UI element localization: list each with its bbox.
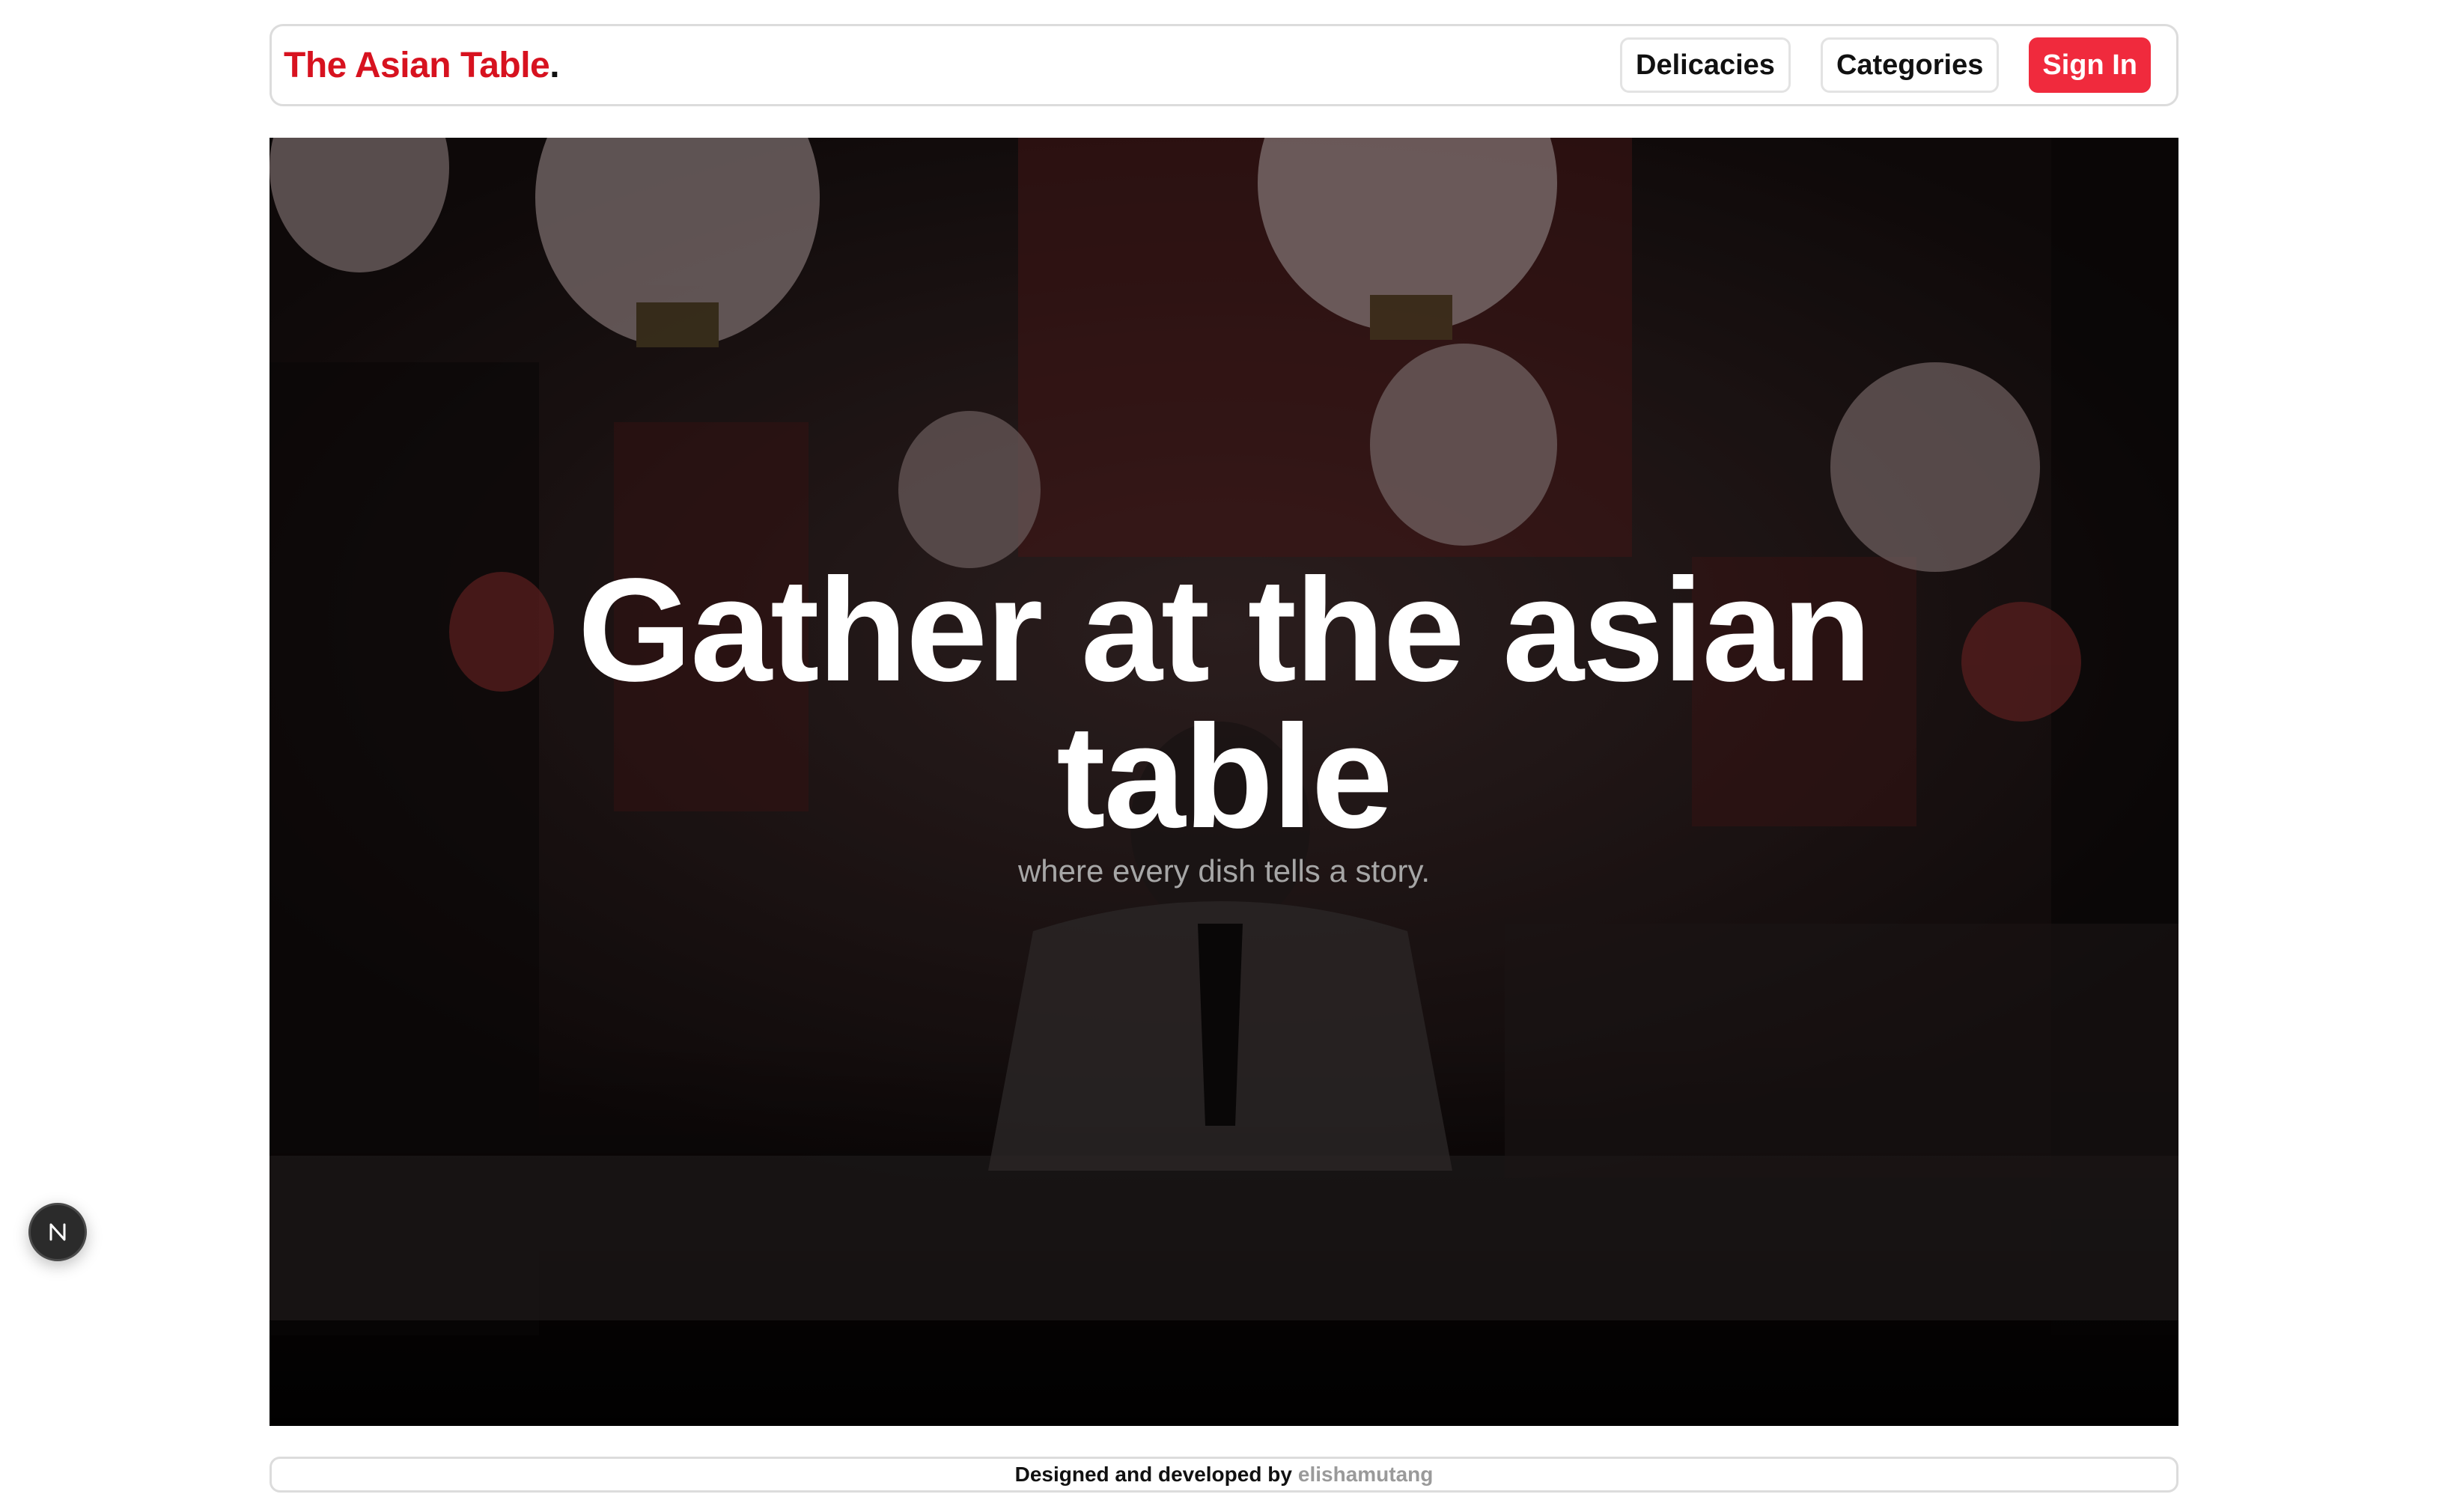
delicacies-button[interactable]: Delicacies (1620, 37, 1791, 93)
hero-title: Gather at the asian table (577, 548, 1872, 859)
page-footer: Designed and developed by elishamutang (270, 1457, 2178, 1493)
hero-banner: Gather at the asian table where every di… (270, 138, 2178, 1426)
footer-author-link[interactable]: elishamutang (1298, 1463, 1433, 1487)
sign-in-button[interactable]: Sign In (2029, 37, 2151, 93)
brand-logo[interactable]: The Asian Table. (284, 45, 560, 86)
brand-name: The Asian Table (284, 45, 550, 85)
next-dev-badge[interactable] (28, 1203, 87, 1261)
brand-dot: . (549, 45, 560, 85)
categories-button[interactable]: Categories (1820, 37, 2000, 93)
hero-content: Gather at the asian table where every di… (270, 557, 2178, 889)
footer-credit-text: Designed and developed by (1014, 1463, 1292, 1486)
next-logo-icon (49, 1223, 66, 1241)
nav-actions: Delicacies Categories Sign In (1620, 37, 2151, 93)
top-navbar: The Asian Table. Delicacies Categories S… (270, 24, 2178, 106)
hero-subtitle: where every dish tells a story. (1017, 853, 1431, 888)
